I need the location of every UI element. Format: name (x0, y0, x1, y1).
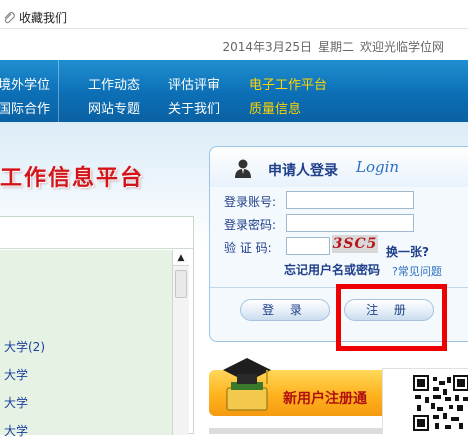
date-bar: 2014年3月25日 星期二 欢迎光临学位网 (217, 38, 444, 55)
graduation-cap-icon (223, 358, 271, 411)
list-header (0, 217, 193, 249)
scroll-thumb[interactable] (175, 270, 187, 298)
divider (0, 28, 468, 29)
date-text: 2014年3月25日 (222, 40, 312, 54)
captcha-input[interactable] (286, 237, 330, 255)
refresh-captcha-link[interactable]: 换一张? (386, 243, 429, 260)
nav-item-e-platform[interactable]: 电子工作平台 (249, 74, 327, 93)
user-icon (235, 159, 251, 178)
login-title: 申请人登录 (268, 163, 338, 179)
weekday-text: 星期二 (317, 40, 354, 54)
list-item[interactable]: 大学 (4, 394, 28, 411)
nav-item-evaluation[interactable]: 评估评审 (168, 74, 220, 93)
favorite-label[interactable]: 收藏我们 (19, 9, 67, 26)
nav-item-overseas-degree[interactable]: 境外学位 (0, 74, 50, 93)
nav-item-international[interactable]: 国际合作 (0, 98, 50, 117)
qr-code-icon (413, 375, 468, 431)
login-title-en: Login (356, 158, 400, 176)
captcha-label: 验 证 码: (224, 241, 272, 255)
paperclip-icon (4, 11, 15, 23)
login-button[interactable]: 登 录 (240, 299, 330, 321)
forgot-password-link[interactable]: 忘记用户名或密码 (284, 261, 380, 278)
nav-item-special-topics[interactable]: 网站专题 (88, 98, 140, 117)
platform-title: 工作信息平台 (0, 165, 145, 191)
register-banner-text: 新用户注册通 (283, 391, 367, 407)
nav-item-quality-info[interactable]: 质量信息 (249, 98, 301, 117)
qr-code-panel (382, 368, 468, 434)
list-item[interactable]: 大学 (4, 422, 28, 439)
nav-item-about-us[interactable]: 关于我们 (168, 98, 220, 117)
list-item[interactable]: 大学 (4, 366, 28, 383)
login-header: 申请人登录 Login (210, 147, 468, 187)
account-input[interactable] (286, 191, 414, 209)
university-list: 大学(2) 大学 大学 大学 (0, 250, 172, 438)
password-input[interactable] (286, 214, 414, 232)
scroll-up-arrow-icon[interactable]: ▲ (173, 250, 189, 266)
register-highlight-box (336, 284, 447, 351)
list-item[interactable]: 大学(2) (4, 338, 45, 355)
university-list-panel: 大学(2) 大学 大学 大学 ▲ (0, 216, 194, 438)
password-label: 登录密码: (224, 218, 277, 232)
captcha-image[interactable]: 3SC5 (332, 235, 378, 253)
welcome-text: 欢迎光临学位网 (359, 40, 444, 54)
top-bar: 收藏我们 2014年3月25日 星期二 欢迎光临学位网 (0, 0, 468, 60)
favorite-link[interactable]: 收藏我们 (2, 9, 67, 26)
account-label: 登录账号: (224, 195, 277, 209)
list-scrollbar[interactable]: ▲ (172, 250, 189, 435)
nav-item-work-news[interactable]: 工作动态 (88, 74, 140, 93)
main-nav: 境外学位 国际合作 工作动态 网站专题 评估评审 关于我们 电子工作平台 质量信… (0, 60, 468, 122)
faq-link[interactable]: ?常见问题 (392, 263, 442, 279)
footer-strip (209, 428, 382, 434)
nav-separator (58, 60, 59, 122)
